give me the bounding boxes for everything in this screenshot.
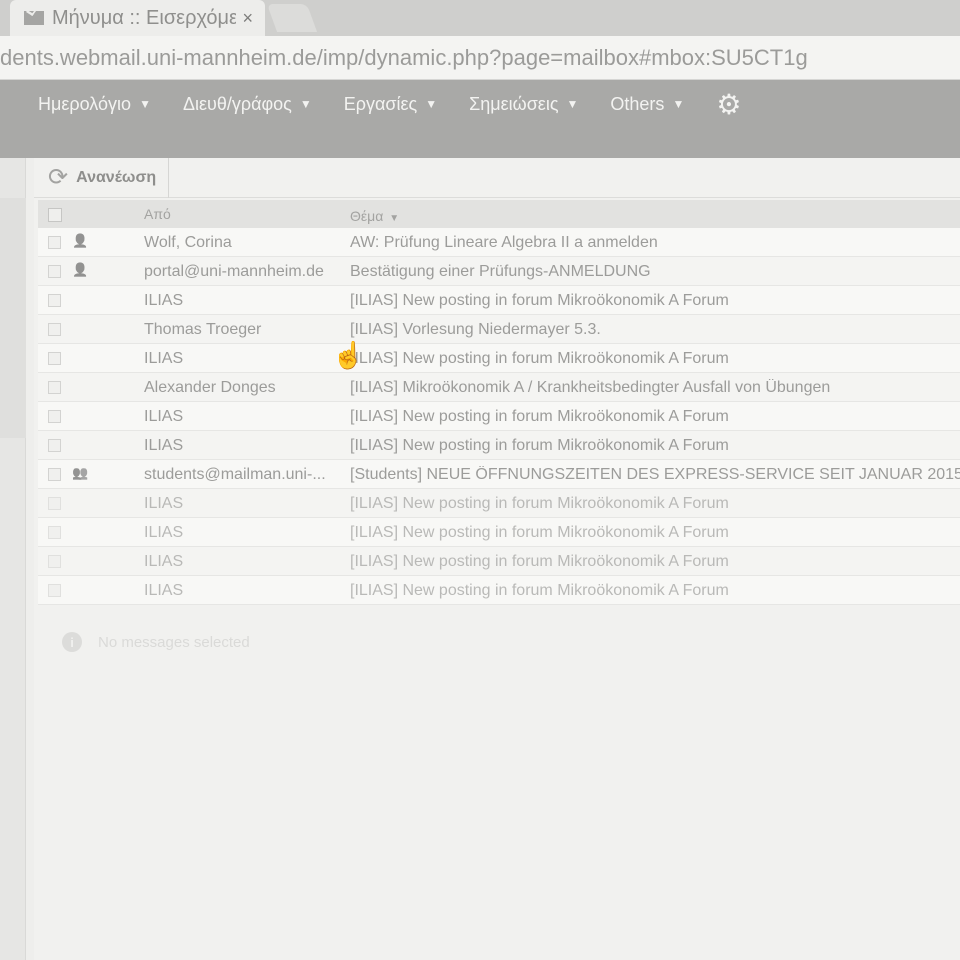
nav-item-label: Διευθ/γράφος [182, 93, 292, 114]
message-subject: [ILIAS] New posting in forum Mikroökonom… [350, 495, 729, 512]
message-from: portal@uni-mannheim.de [144, 263, 324, 280]
address-bar[interactable]: dents.webmail.uni-mannheim.de/imp/dynami… [0, 36, 960, 80]
message-from: Alexander Donges [144, 379, 276, 396]
message-checkbox[interactable] [48, 468, 61, 481]
browser-tab-strip: Μήνυμα :: Εισερχόμε × [0, 0, 960, 36]
message-from: ILIAS [144, 495, 184, 512]
person-icon: 👤 [72, 262, 89, 277]
message-checkbox[interactable] [48, 584, 61, 597]
hand-cursor-icon: ☝ [332, 340, 365, 370]
message-checkbox[interactable] [48, 236, 61, 249]
nav-item-calendar[interactable]: Ημερολόγιο ▼ [38, 94, 151, 115]
nav-item-notes[interactable]: Σημειώσεις ▼ [469, 94, 578, 115]
refresh-button[interactable]: ⟳ Ανανέωση [34, 157, 170, 198]
message-row[interactable]: 👤 Wolf, Corina AW: Prüfung Lineare Algebra… [38, 228, 960, 257]
message-from: students@mailman.uni-... [144, 466, 326, 483]
column-header-subject-label: Θέμα [350, 208, 384, 224]
message-row[interactable]: ILIAS [ILIAS] New posting in forum Mikroö… [38, 576, 960, 605]
sort-down-icon: ▼ [389, 213, 400, 224]
top-navigation: Ημερολόγιο ▼ Διευθ/γράφος ▼ Εργασίες ▼ Σ… [0, 80, 960, 158]
info-icon: i [62, 632, 82, 652]
message-row[interactable]: ILIAS [ILIAS] New posting in forum Mikroö… [38, 344, 960, 373]
message-subject: [ILIAS] New posting in forum Mikroökonom… [350, 524, 729, 541]
chevron-down-icon: ▼ [139, 97, 151, 111]
message-row[interactable]: ILIAS [ILIAS] New posting in forum Mikroö… [38, 547, 960, 576]
gear-icon[interactable]: ⚙ [716, 88, 741, 121]
nav-item-label: Ημερολόγιο [38, 93, 132, 114]
message-row[interactable]: Thomas Troeger [ILIAS] Vorlesung Niederma… [38, 315, 960, 344]
nav-item-tasks[interactable]: Εργασίες ▼ [344, 94, 437, 115]
mailbox-pane: ⟳ Ανανέωση Από Θέμα ▼ 👤 Wolf, Corina AW: Pr… [34, 157, 960, 960]
tab-title: Μήνυμα :: Εισερχόμε [52, 6, 237, 29]
sidebar-folder-band [0, 198, 26, 438]
message-subject: AW: Prüfung Lineare Algebra II a anmelde… [350, 234, 658, 251]
column-header-from[interactable]: Από [144, 206, 171, 222]
message-from: Thomas Troeger [144, 321, 262, 338]
message-subject: [ILIAS] New posting in forum Mikroökonom… [350, 437, 729, 454]
message-row[interactable]: ILIAS [ILIAS] New posting in forum Mikroö… [38, 518, 960, 547]
message-checkbox[interactable] [48, 439, 61, 452]
message-checkbox[interactable] [48, 352, 61, 365]
browser-tab[interactable]: Μήνυμα :: Εισερχόμε × [10, 0, 265, 36]
column-header-subject[interactable]: Θέμα ▼ [350, 208, 399, 224]
message-row[interactable]: ILIAS [ILIAS] New posting in forum Mikroö… [38, 286, 960, 315]
message-list-header: Από Θέμα ▼ [38, 200, 960, 228]
message-from: ILIAS [144, 582, 184, 599]
message-checkbox[interactable] [48, 497, 61, 510]
message-from: Wolf, Corina [144, 234, 232, 251]
new-tab-button[interactable] [266, 4, 318, 32]
message-subject: [ILIAS] New posting in forum Mikroökonom… [350, 292, 729, 309]
message-from: ILIAS [144, 437, 184, 454]
message-from: ILIAS [144, 292, 184, 309]
folder-sidebar [0, 158, 26, 960]
chevron-down-icon: ▼ [299, 97, 312, 111]
message-from: ILIAS [144, 408, 184, 425]
message-subject: Bestätigung einer Prüfungs-ANMELDUNG [350, 263, 651, 280]
message-checkbox[interactable] [48, 410, 61, 423]
mailbox-toolbar: ⟳ Ανανέωση [34, 157, 960, 198]
group-icon: 👥 [72, 465, 89, 480]
message-subject: [ILIAS] Mikroökonomik A / Krankheitsbedi… [350, 379, 831, 396]
nav-item-address-book[interactable]: Διευθ/γράφος ▼ [183, 94, 312, 115]
message-row[interactable]: 👤 portal@uni-mannheim.de Bestätigung einer… [38, 257, 960, 286]
person-icon: 👤 [72, 233, 89, 248]
chevron-down-icon: ▼ [566, 97, 579, 111]
message-subject: [ILIAS] New posting in forum Mikroökonom… [350, 582, 729, 599]
nav-item-others[interactable]: Others ▼ [610, 94, 684, 115]
message-subject: [ILIAS] New posting in forum Mikroökonom… [350, 408, 729, 425]
message-checkbox[interactable] [48, 323, 61, 336]
message-checkbox[interactable] [48, 265, 61, 278]
nav-item-label: Others [610, 93, 665, 114]
message-from: ILIAS [144, 524, 184, 541]
url-text: dents.webmail.uni-mannheim.de/imp/dynami… [0, 44, 808, 70]
message-subject: [Students] NEUE ÖFFNUNGSZEITEN DES EXPRE… [350, 466, 960, 483]
message-subject: [ILIAS] New posting in forum Mikroökonom… [350, 350, 729, 367]
message-row[interactable]: ILIAS [ILIAS] New posting in forum Mikroö… [38, 489, 960, 518]
mail-icon [24, 11, 44, 25]
message-row[interactable]: 👥 students@mailman.uni-... [Students] NEUE… [38, 460, 960, 489]
message-row[interactable]: Alexander Donges [ILIAS] Mikroökonomik A … [38, 373, 960, 402]
message-from: ILIAS [144, 350, 184, 367]
message-checkbox[interactable] [48, 381, 61, 394]
message-row[interactable]: ILIAS [ILIAS] New posting in forum Mikroö… [38, 431, 960, 460]
message-from: ILIAS [144, 553, 184, 570]
nav-item-label: Σημειώσεις [469, 93, 559, 114]
message-row[interactable]: ILIAS [ILIAS] New posting in forum Mikroö… [38, 402, 960, 431]
select-all-checkbox[interactable] [48, 208, 62, 222]
message-subject: [ILIAS] New posting in forum Mikroökonom… [350, 553, 729, 570]
chevron-down-icon: ▼ [425, 97, 438, 111]
message-list: 👤 Wolf, Corina AW: Prüfung Lineare Algebra… [38, 228, 960, 605]
nav-item-label: Εργασίες [343, 93, 418, 114]
preview-status-text: No messages selected [98, 633, 250, 651]
message-subject: [ILIAS] Vorlesung Niedermayer 5.3. [350, 321, 601, 338]
message-checkbox[interactable] [48, 555, 61, 568]
message-checkbox[interactable] [48, 526, 61, 539]
refresh-icon: ⟳ [48, 164, 69, 191]
preview-pane-message: i No messages selected [62, 632, 250, 652]
close-icon[interactable]: × [242, 8, 253, 29]
chevron-down-icon: ▼ [672, 97, 685, 111]
message-checkbox[interactable] [48, 294, 61, 307]
refresh-label: Ανανέωση [76, 168, 157, 186]
